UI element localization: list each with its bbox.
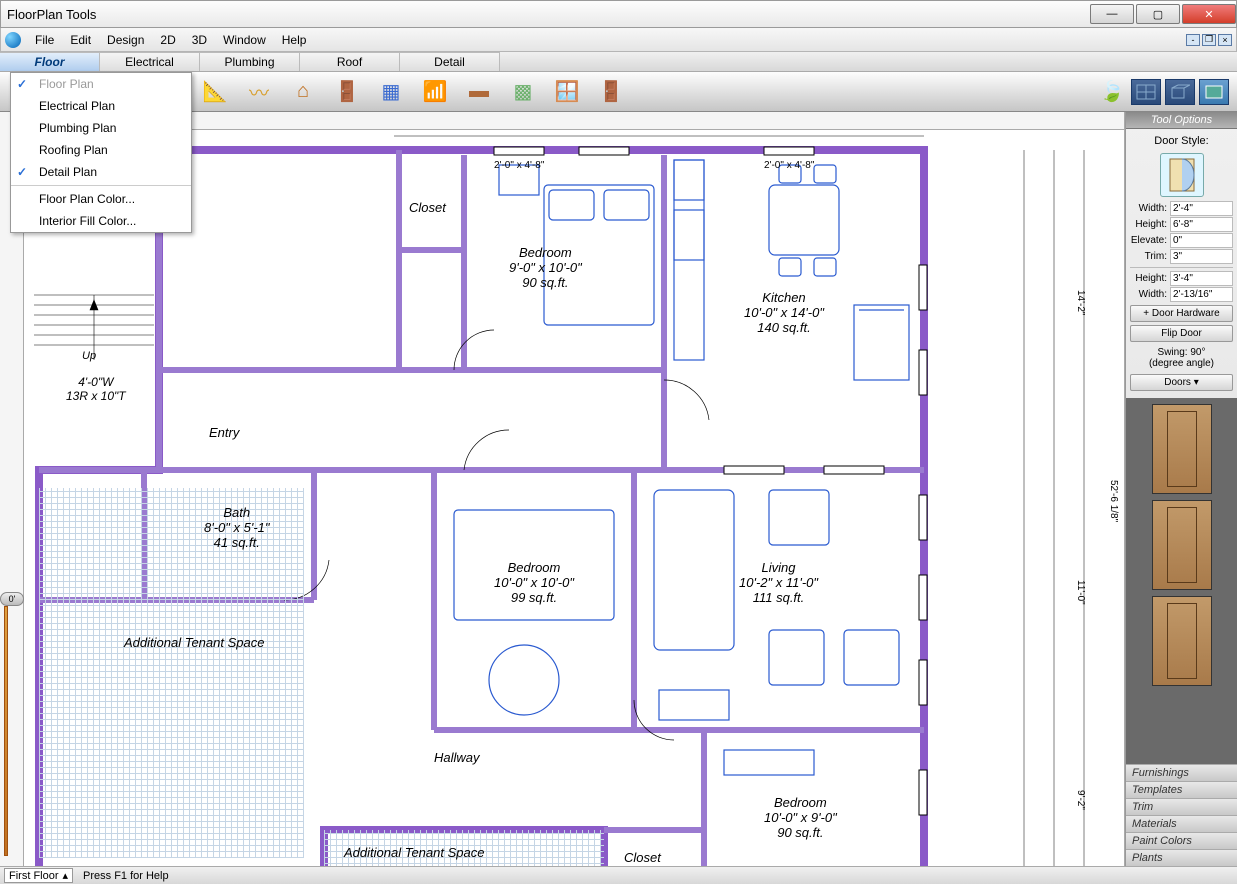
titlebar: FloorPlan Tools — ▢ ✕	[0, 0, 1237, 28]
prop-trim[interactable]: 3"	[1170, 249, 1233, 264]
door-thumb[interactable]	[1152, 404, 1212, 494]
tab-electrical[interactable]: Electrical	[100, 52, 200, 71]
maximize-button[interactable]: ▢	[1136, 4, 1180, 24]
dim-seg1: 14'-2"	[1075, 290, 1086, 315]
stairs-tool-icon[interactable]: 📶	[420, 77, 450, 107]
mdi-close-icon[interactable]: ×	[1218, 34, 1232, 46]
floor-tool-icon[interactable]: ▩	[508, 77, 538, 107]
cabinet-tool-icon[interactable]: 🚪	[596, 77, 626, 107]
label-bedroom3: Bedroom10'-0" x 9'-0"90 sq.ft.	[764, 795, 837, 840]
label-kitchen: Kitchen10'-0" x 14'-0"140 sq.ft.	[744, 290, 824, 335]
dim-win-top1: 2'-0" x 4'-8"	[494, 160, 544, 171]
tab-detail[interactable]: Detail	[400, 52, 500, 71]
dim-win-top2: 2'-0" x 4'-8"	[764, 160, 814, 171]
prop-height[interactable]: 6'-8"	[1170, 217, 1233, 232]
wall-tool-icon[interactable]: 📐	[200, 77, 230, 107]
label-bedroom1: Bedroom9'-0" x 10'-0"90 sq.ft.	[509, 245, 582, 290]
label-tenant1: Additional Tenant Space	[124, 635, 264, 650]
door-style-preview[interactable]	[1160, 153, 1204, 197]
cat-materials[interactable]: Materials	[1126, 815, 1237, 832]
label-stairs-up: Up	[82, 350, 96, 362]
view-3d-icon[interactable]	[1165, 79, 1195, 105]
label-closet2: Closet	[624, 850, 661, 865]
door-thumbnails	[1126, 398, 1237, 764]
door-thumb[interactable]	[1152, 500, 1212, 590]
menubar: File Edit Design 2D 3D Window Help - ❐ ×	[0, 28, 1237, 52]
mdi-minimize-icon[interactable]: -	[1186, 34, 1200, 46]
menu-2d[interactable]: 2D	[152, 33, 183, 47]
menu-item-electrical-plan[interactable]: Electrical Plan	[11, 95, 191, 117]
app-icon	[5, 32, 21, 48]
label-closet: Closet	[409, 200, 446, 215]
cat-paint-colors[interactable]: Paint Colors	[1126, 832, 1237, 849]
tab-plumbing[interactable]: Plumbing	[200, 52, 300, 71]
dim-seg3: 9'-2"	[1075, 790, 1086, 810]
prop-elevate[interactable]: 0"	[1170, 233, 1233, 248]
menu-file[interactable]: File	[27, 33, 62, 47]
prop-frame-w[interactable]: 2'-13/16"	[1170, 287, 1233, 302]
menu-help[interactable]: Help	[274, 33, 315, 47]
dim-seg2: 11'-0"	[1075, 580, 1086, 605]
menu-3d[interactable]: 3D	[184, 33, 215, 47]
menu-item-floor-plan[interactable]: ✓Floor Plan	[11, 73, 191, 95]
cat-plants[interactable]: Plants	[1126, 849, 1237, 866]
close-button[interactable]: ✕	[1182, 4, 1236, 24]
cat-templates[interactable]: Templates	[1126, 781, 1237, 798]
flip-door-button[interactable]: Flip Door	[1130, 325, 1233, 342]
ruler-knob[interactable]: 0'	[0, 592, 24, 606]
menu-item-interior-fill-color[interactable]: Interior Fill Color...	[11, 210, 191, 232]
menu-item-roofing-plan[interactable]: Roofing Plan	[11, 139, 191, 161]
roof-tool-icon[interactable]: ⌂	[288, 77, 318, 107]
status-hint: Press F1 for Help	[83, 870, 169, 882]
doors-dropdown-button[interactable]: Doors ▾	[1130, 374, 1233, 391]
window-tool-icon[interactable]: ▦	[376, 77, 406, 107]
minimize-button[interactable]: —	[1090, 4, 1134, 24]
label-tenant2: Additional Tenant Space	[344, 845, 484, 860]
tab-row: Floor Electrical Plumbing Roof Detail	[0, 52, 1237, 72]
statusbar: First Floor▴ Press F1 for Help	[0, 866, 1237, 884]
menu-edit[interactable]: Edit	[62, 33, 99, 47]
swing-label: Swing: 90°(degree angle)	[1130, 345, 1233, 371]
floor-selector[interactable]: First Floor▴	[4, 868, 73, 883]
menu-design[interactable]: Design	[99, 33, 152, 47]
label-hallway: Hallway	[434, 750, 480, 765]
label-bedroom2: Bedroom10'-0" x 10'-0"99 sq.ft.	[494, 560, 574, 605]
menu-item-floor-plan-color[interactable]: Floor Plan Color...	[11, 188, 191, 210]
prop-frame-h[interactable]: 3'-4"	[1170, 271, 1233, 286]
door-style-label: Door Style:	[1130, 133, 1233, 149]
door-hardware-button[interactable]: + Door Hardware	[1130, 305, 1233, 322]
deck-tool-icon[interactable]: ▬	[464, 77, 494, 107]
curtain-tool-icon[interactable]: 🪟	[552, 77, 582, 107]
tool-options-header: Tool Options	[1126, 112, 1237, 129]
curve-tool-icon[interactable]: 〰	[244, 77, 274, 107]
menu-item-detail-plan[interactable]: ✓Detail Plan	[11, 161, 191, 183]
door-thumb[interactable]	[1152, 596, 1212, 686]
door-tool-icon[interactable]: 🚪	[332, 77, 362, 107]
label-living: Living10'-2" x 11'-0"111 sq.ft.	[739, 560, 818, 605]
menu-window[interactable]: Window	[215, 33, 274, 47]
tab-roof[interactable]: Roof	[300, 52, 400, 71]
prop-width[interactable]: 2'-4"	[1170, 201, 1233, 216]
cat-trim[interactable]: Trim	[1126, 798, 1237, 815]
label-stairs-spec: 4'-0"W 13R x 10"T	[66, 375, 126, 403]
label-bath: Bath8'-0" x 5'-1"41 sq.ft.	[204, 505, 270, 550]
menu-item-plumbing-plan[interactable]: Plumbing Plan	[11, 117, 191, 139]
floor-dropdown-menu: ✓Floor Plan Electrical Plan Plumbing Pla…	[10, 72, 192, 233]
view-plan-icon[interactable]	[1131, 79, 1161, 105]
tab-floor[interactable]: Floor	[0, 52, 100, 71]
eco-icon[interactable]: 🍃	[1097, 77, 1127, 107]
window-title: FloorPlan Tools	[7, 7, 96, 22]
dim-overall-height: 52'-6 1/8"	[1108, 480, 1119, 522]
right-panel: Tool Options Door Style: Width:2'-4" Hei…	[1125, 112, 1237, 866]
mdi-restore-icon[interactable]: ❐	[1202, 34, 1216, 46]
view-render-icon[interactable]	[1199, 79, 1229, 105]
label-entry: Entry	[209, 425, 239, 440]
cat-furnishings[interactable]: Furnishings	[1126, 764, 1237, 781]
